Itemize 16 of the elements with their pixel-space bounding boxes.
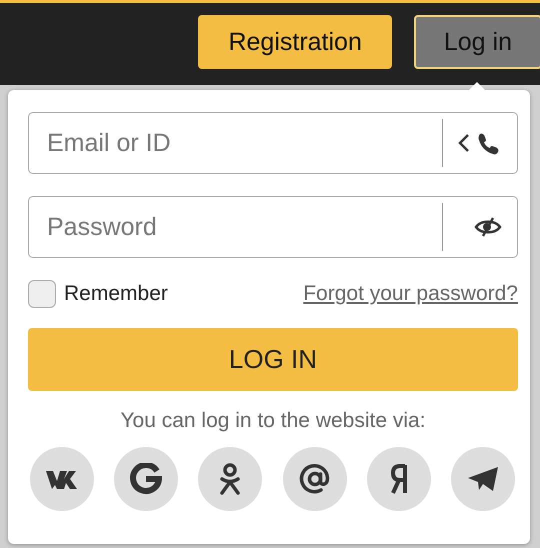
login-field[interactable]: Email or ID — [28, 112, 518, 174]
ya-logo-icon — [390, 463, 408, 495]
remember-checkbox[interactable] — [28, 280, 56, 308]
remember-label: Remember — [64, 282, 168, 306]
submit-button[interactable]: LOG IN — [28, 328, 518, 391]
forgot-password-link[interactable]: Forgot your password? — [303, 282, 518, 306]
vk-icon — [45, 469, 79, 489]
stick-figure-icon — [219, 463, 242, 495]
social-caption: You can log in to the website via: — [119, 409, 427, 433]
registration-button[interactable]: Registration — [198, 15, 392, 69]
login-button[interactable]: Log in — [414, 15, 540, 69]
eye-slash-icon[interactable] — [474, 217, 502, 237]
password-field[interactable]: Password — [28, 196, 518, 258]
google-icon — [130, 463, 162, 495]
paper-plane-icon — [466, 465, 499, 493]
at-sign-icon — [298, 463, 331, 495]
